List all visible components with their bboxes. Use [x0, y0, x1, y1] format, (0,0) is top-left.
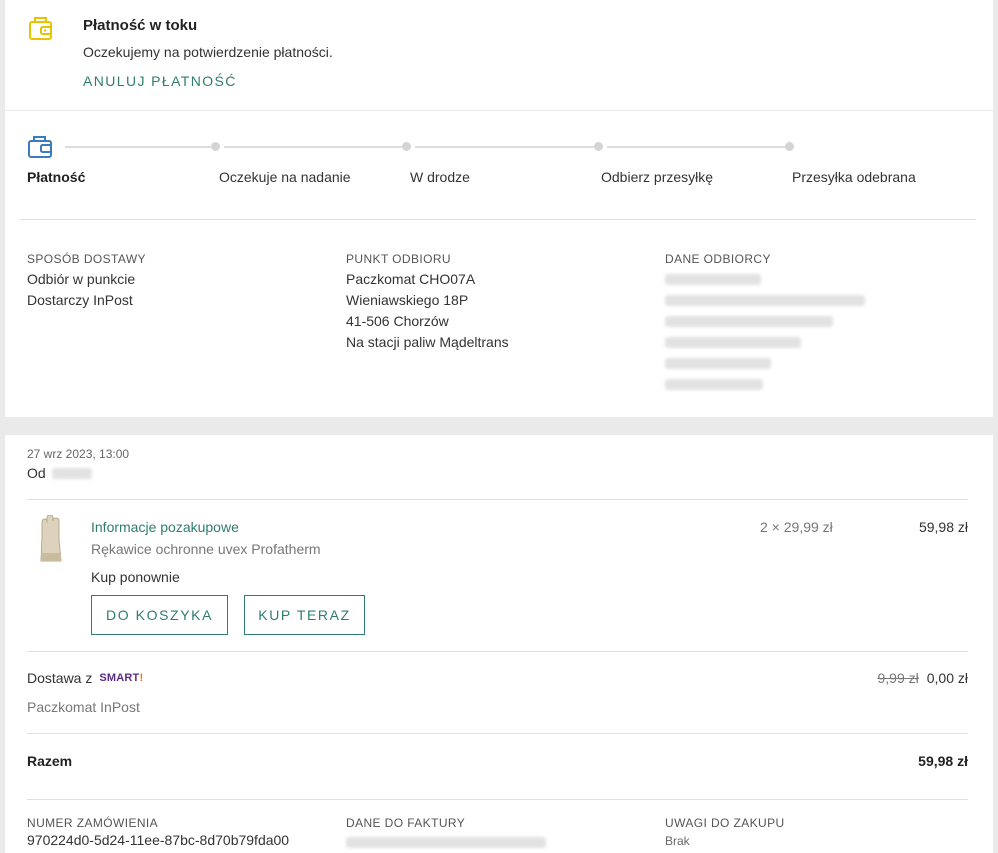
progress-line — [65, 146, 211, 148]
divider — [27, 799, 968, 800]
invoice-data-blurred — [346, 837, 546, 848]
delivery-method-line: Odbiór w punkcie — [27, 271, 136, 287]
total-label: Razem — [27, 753, 73, 769]
buy-now-button[interactable]: KUP TERAZ — [244, 595, 365, 635]
step-label-received: Przesyłka odebrana — [792, 169, 916, 185]
payment-step-icon — [27, 133, 55, 161]
smart-logo: SMART! — [99, 672, 144, 684]
step-dot — [402, 142, 411, 151]
step-dot — [211, 142, 220, 151]
add-to-cart-button[interactable]: DO KOSZYKA — [91, 595, 228, 635]
product-thumbnail[interactable] — [35, 514, 65, 565]
product-link[interactable]: Informacje pozakupowe — [91, 519, 239, 535]
pickup-point-line: 41-506 Chorzów — [346, 313, 449, 329]
step-label-payment: Płatność — [27, 169, 86, 185]
total-value: 59,98 zł — [918, 753, 968, 769]
delivery-price: 0,00 zł — [926, 670, 968, 686]
pickup-point-line: Na stacji paliw Mądeltrans — [346, 334, 509, 350]
item-quantity-price: 2 × 29,99 zł — [760, 519, 833, 535]
delivery-method-info: Odbiór w punkcie Dostarczy InPost — [27, 269, 135, 311]
seller-name-blurred — [51, 467, 92, 479]
divider — [27, 733, 968, 734]
payment-status-subtitle: Oczekujemy na potwierdzenie płatności. — [83, 44, 333, 60]
invoice-heading: DANE DO FAKTURY — [346, 816, 466, 830]
item-total: 59,98 zł — [918, 519, 968, 535]
progress-line — [607, 146, 785, 148]
delivery-method-line: Dostarczy InPost — [27, 292, 133, 308]
smart-logo-mark: ! — [139, 672, 144, 684]
step-dot — [785, 142, 794, 151]
recipient-heading: DANE ODBIORCY — [665, 252, 771, 266]
delivery-row: Dostawa z SMART! — [27, 670, 143, 686]
delivery-old-price: 9,99 zł — [877, 670, 919, 686]
divider — [27, 651, 968, 652]
payment-pending-card: Płatność w toku Oczekujemy na potwierdze… — [5, 0, 993, 110]
progress-line — [415, 146, 594, 148]
delivery-label: Dostawa z — [27, 670, 93, 686]
step-dot — [594, 142, 603, 151]
delivery-price-row: 9,99 zł 0,00 zł — [878, 670, 969, 686]
step-label-pickup: Odbierz przesyłkę — [601, 169, 714, 185]
divider — [20, 219, 976, 220]
order-number-heading: NUMER ZAMÓWIENIA — [27, 816, 159, 830]
payment-status-title: Płatność w toku — [83, 17, 198, 34]
product-description: Rękawice ochronne uvex Profatherm — [91, 541, 321, 557]
progress-line — [224, 146, 402, 148]
divider — [27, 499, 968, 500]
delivery-sublabel: Paczkomat InPost — [27, 699, 140, 715]
pickup-point-line: Paczkomat CHO07A — [346, 271, 476, 287]
recipient-blurred-data — [665, 274, 865, 390]
pickup-point-line: Wieniawskiego 18P — [346, 292, 469, 308]
wallet-icon — [27, 14, 55, 42]
buy-again-label: Kup ponownie — [91, 569, 180, 585]
seller-label: Od — [27, 465, 46, 481]
delivery-method-heading: SPOSÓB DOSTAWY — [27, 252, 146, 266]
notes-heading: UWAGI DO ZAKUPU — [665, 816, 785, 830]
step-label-awaiting-shipment: Oczekuje na nadanie — [219, 169, 351, 185]
order-number: 970224d0-5d24-11ee-87bc-8d70b79fda00 — [27, 832, 290, 848]
order-items-card: 27 wrz 2023, 13:00 Od Informacje pozakup… — [5, 435, 993, 853]
seller-row: Od — [27, 465, 92, 481]
notes-value: Brak — [665, 834, 690, 848]
order-status-card: Płatność Oczekuje na nadanie W drodze Od… — [5, 111, 993, 417]
pickup-point-info: Paczkomat CHO07A Wieniawskiego 18P 41-50… — [346, 269, 509, 353]
cancel-payment-link[interactable]: ANULUJ PŁATNOŚĆ — [83, 73, 237, 89]
pickup-point-heading: PUNKT ODBIORU — [346, 252, 451, 266]
step-label-in-transit: W drodze — [410, 169, 470, 185]
order-date: 27 wrz 2023, 13:00 — [27, 447, 130, 461]
